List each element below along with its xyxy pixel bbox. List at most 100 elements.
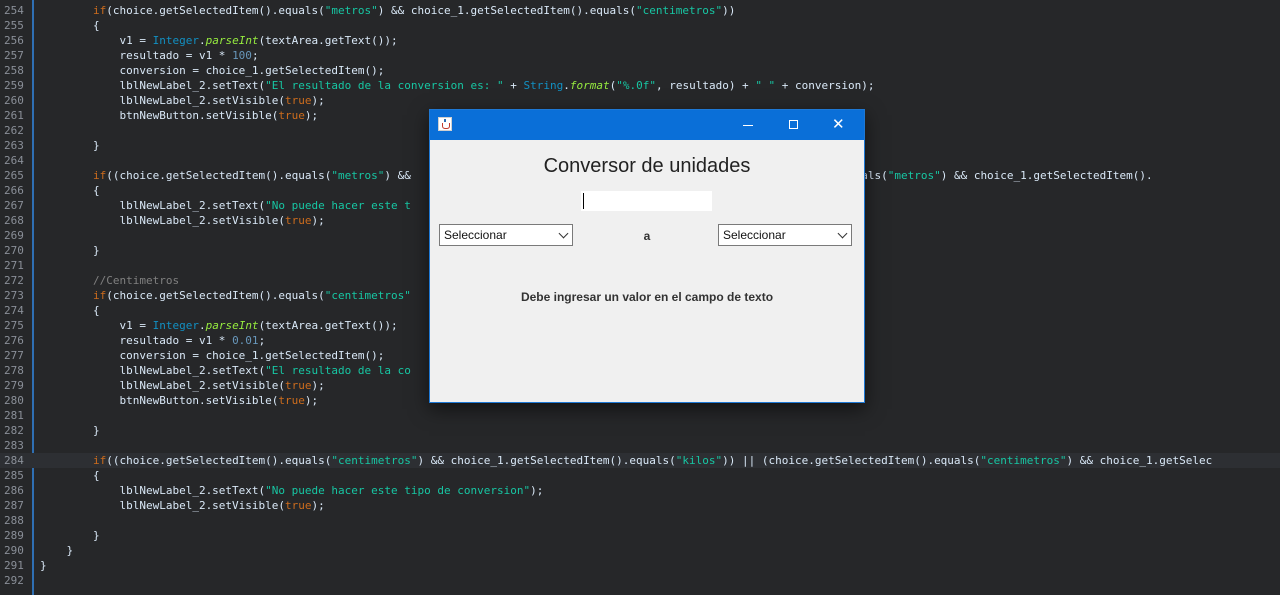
line-number: 269 bbox=[4, 229, 24, 242]
line-number: 256 bbox=[4, 34, 24, 47]
code-token: "kilos" bbox=[675, 454, 723, 467]
code-token: ) && choice_1.getSelectedItem().equals( bbox=[377, 4, 637, 17]
to-unit-select[interactable]: Seleccionar bbox=[718, 224, 852, 246]
code-line[interactable]: 284 if((choice.getSelectedItem().equals(… bbox=[0, 453, 1280, 468]
code-line[interactable]: 285 { bbox=[0, 468, 1280, 483]
code-line[interactable]: 254 if(choice.getSelectedItem().equals("… bbox=[0, 3, 1280, 18]
code-line[interactable]: 255 { bbox=[0, 18, 1280, 33]
code-token: { bbox=[40, 469, 100, 482]
line-number: 275 bbox=[4, 319, 24, 332]
window-titlebar[interactable]: ✕ bbox=[430, 110, 864, 140]
maximize-button[interactable] bbox=[772, 110, 816, 140]
code-token: lblNewLabel_2.setVisible( bbox=[40, 379, 286, 392]
code-token: , resultado) + bbox=[655, 79, 756, 92]
code-token: lblNewLabel_2.setText( bbox=[40, 199, 266, 212]
code-token: btnNewButton.setVisible( bbox=[40, 109, 279, 122]
code-line[interactable]: 286 lblNewLabel_2.setText("No puede hace… bbox=[0, 483, 1280, 498]
code-token: "%.0f" bbox=[616, 79, 656, 92]
code-line[interactable]: 287 lblNewLabel_2.setVisible(true); bbox=[0, 498, 1280, 513]
code-token: btnNewButton.setVisible( bbox=[40, 394, 279, 407]
code-line[interactable]: 288 bbox=[0, 513, 1280, 528]
code-line[interactable]: 281 bbox=[0, 408, 1280, 423]
code-token: "metros" bbox=[324, 4, 378, 17]
line-number: 281 bbox=[4, 409, 24, 422]
code-token: } bbox=[40, 424, 100, 437]
code-text: if((choice.getSelectedItem().equals("cen… bbox=[40, 453, 1212, 468]
line-number: 272 bbox=[4, 274, 24, 287]
value-input[interactable] bbox=[581, 191, 712, 211]
code-token: . bbox=[198, 34, 206, 47]
code-token: "centimetros" bbox=[636, 4, 723, 17]
code-token: 0.01 bbox=[232, 334, 259, 347]
java-icon bbox=[438, 117, 452, 131]
code-line[interactable]: 290 } bbox=[0, 543, 1280, 558]
code-token: " " bbox=[755, 79, 776, 92]
code-line[interactable]: 292 bbox=[0, 573, 1280, 588]
code-text: lblNewLabel_2.setText("El resultado de l… bbox=[40, 78, 874, 93]
line-number: 259 bbox=[4, 79, 24, 92]
code-token: (choice.getSelectedItem().equals( bbox=[106, 4, 325, 17]
line-number: 283 bbox=[4, 439, 24, 452]
line-number: 268 bbox=[4, 214, 24, 227]
line-number: 278 bbox=[4, 364, 24, 377]
line-number: 266 bbox=[4, 184, 24, 197]
code-text: v1 = Integer.parseInt(textArea.getText()… bbox=[40, 33, 398, 48]
code-token: "centimetros" bbox=[980, 454, 1067, 467]
code-token: if bbox=[92, 169, 107, 182]
code-token: (textArea.getText()); bbox=[258, 34, 398, 47]
line-number: 291 bbox=[4, 559, 24, 572]
code-token: //Centimetros bbox=[40, 274, 180, 287]
code-line[interactable]: 283 bbox=[0, 438, 1280, 453]
code-token: "No puede hacer este tipo de conversion" bbox=[265, 484, 531, 497]
code-text: lblNewLabel_2.setVisible(true); bbox=[40, 498, 325, 513]
code-token: true bbox=[278, 394, 305, 407]
code-line[interactable]: 289 } bbox=[0, 528, 1280, 543]
code-token: } bbox=[40, 544, 74, 557]
code-token: true bbox=[285, 379, 312, 392]
code-token: String bbox=[523, 79, 564, 92]
code-token: lblNewLabel_2.setText( bbox=[40, 79, 266, 92]
minimize-button[interactable] bbox=[726, 110, 770, 140]
code-token: ((choice.getSelectedItem().equals( bbox=[106, 169, 332, 182]
code-text: resultado = v1 * 0.01; bbox=[40, 333, 265, 348]
code-token: lblNewLabel_2.setText( bbox=[40, 484, 266, 497]
code-token: true bbox=[278, 109, 305, 122]
code-token: { bbox=[40, 184, 100, 197]
line-number: 267 bbox=[4, 199, 24, 212]
text-caret bbox=[583, 193, 584, 209]
code-line[interactable]: 260 lblNewLabel_2.setVisible(true); bbox=[0, 93, 1280, 108]
code-line[interactable]: 282 } bbox=[0, 423, 1280, 438]
code-line[interactable]: 259 lblNewLabel_2.setText("El resultado … bbox=[0, 78, 1280, 93]
code-token: } bbox=[40, 139, 100, 152]
code-line[interactable]: 291} bbox=[0, 558, 1280, 573]
line-number: 292 bbox=[4, 574, 24, 587]
code-line[interactable]: 258 conversion = choice_1.getSelectedIte… bbox=[0, 63, 1280, 78]
code-token: } bbox=[40, 244, 100, 257]
line-number: 274 bbox=[4, 304, 24, 317]
code-text: lblNewLabel_2.setVisible(true); bbox=[40, 213, 324, 228]
code-text: { bbox=[40, 18, 100, 33]
code-token: ); bbox=[311, 499, 325, 512]
code-token: } bbox=[40, 529, 100, 542]
code-token: ); bbox=[311, 94, 325, 107]
code-text: } bbox=[40, 243, 100, 258]
code-token: ) && choice_1.getSelectedItem(). bbox=[940, 169, 1153, 182]
line-number: 265 bbox=[4, 169, 24, 182]
code-token: true bbox=[285, 499, 312, 512]
code-text: conversion = choice_1.getSelectedItem(); bbox=[40, 348, 384, 363]
code-text: } bbox=[40, 543, 73, 558]
line-number: 260 bbox=[4, 94, 24, 107]
close-button[interactable]: ✕ bbox=[818, 110, 862, 140]
from-unit-select[interactable]: Seleccionar bbox=[439, 224, 573, 246]
code-line[interactable]: 256 v1 = Integer.parseInt(textArea.getTe… bbox=[0, 33, 1280, 48]
code-token: "centimetros" bbox=[324, 289, 411, 302]
line-number: 257 bbox=[4, 49, 24, 62]
code-token: (choice.getSelectedItem().equals( bbox=[106, 289, 325, 302]
line-number: 264 bbox=[4, 154, 24, 167]
code-token: true bbox=[285, 214, 312, 227]
code-token: conversion = choice_1.getSelectedItem(); bbox=[40, 64, 385, 77]
converter-window[interactable]: ✕ Conversor de unidades Seleccionar a Se… bbox=[429, 109, 865, 403]
code-line[interactable]: 257 resultado = v1 * 100; bbox=[0, 48, 1280, 63]
